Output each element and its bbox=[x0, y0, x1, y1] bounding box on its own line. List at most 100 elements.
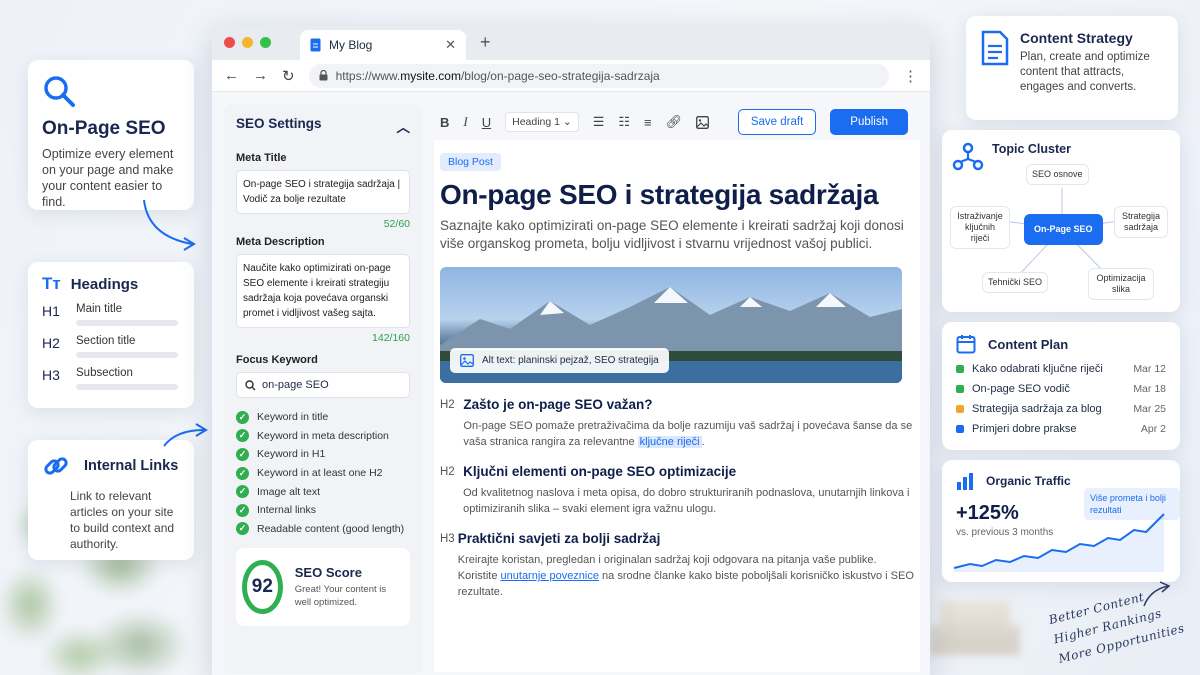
status-dot bbox=[956, 405, 964, 413]
tab-title: My Blog bbox=[329, 38, 373, 52]
save-draft-button[interactable]: Save draft bbox=[737, 109, 817, 135]
browser-window: My Blog ✕ + ← → ↻ https://www.mysite.com… bbox=[212, 26, 930, 675]
image-icon[interactable] bbox=[696, 115, 710, 129]
meta-title-count: 52/60 bbox=[383, 218, 410, 230]
meta-description-label: Meta Description bbox=[236, 236, 325, 248]
status-dot bbox=[956, 385, 964, 393]
check-item: ✓ Image alt text bbox=[236, 482, 410, 501]
headings-card: Tт Headings H1 Main title H2 Section title… bbox=[28, 262, 194, 408]
document-icon bbox=[310, 38, 321, 52]
menu-icon[interactable]: ⋮ bbox=[903, 67, 918, 85]
bullet-list-icon[interactable]: ☰ bbox=[593, 114, 605, 130]
check-item: ✓ Keyword in H1 bbox=[236, 445, 410, 464]
seo-score-desc: Great! Your content is well optimized. bbox=[294, 584, 387, 609]
cluster-node[interactable]: SEO osnove bbox=[1026, 164, 1089, 185]
close-tab-icon[interactable]: ✕ bbox=[445, 37, 456, 53]
content-section: H3 Praktični savjeti za bolji sadržaj Kr… bbox=[440, 531, 914, 600]
chevron-up-icon[interactable]: ︿ bbox=[397, 116, 411, 136]
search-icon bbox=[245, 379, 256, 391]
maximize-window-button[interactable] bbox=[260, 37, 271, 48]
publish-button[interactable]: Publish bbox=[830, 109, 908, 135]
search-icon bbox=[42, 74, 180, 108]
meta-title-field[interactable]: On-page SEO i strategija sadržaja | Vodi… bbox=[236, 170, 410, 214]
tab-my-blog[interactable]: My Blog ✕ bbox=[300, 30, 466, 60]
internal-links-card: Internal Links Link to relevant articles… bbox=[28, 440, 194, 560]
plan-item[interactable]: Primjeri dobre prakse Apr 2 bbox=[956, 422, 1166, 436]
focus-keyword-label: Focus Keyword bbox=[236, 354, 318, 366]
alt-text-chip[interactable]: Alt text: planinski pejzaž, SEO strategi… bbox=[450, 348, 669, 373]
check-icon: ✓ bbox=[236, 503, 249, 517]
document-body[interactable]: Blog Post On-page SEO i strategija sadrž… bbox=[434, 140, 920, 672]
plan-item[interactable]: Kako odabrati ključne riječi Mar 12 bbox=[956, 362, 1166, 376]
check-item: ✓ Keyword in title bbox=[236, 408, 410, 427]
document-icon bbox=[980, 30, 1010, 106]
url-field[interactable]: https://www.mysite.com/blog/on-page-seo-… bbox=[308, 63, 889, 88]
content-plan-title: Content Plan bbox=[988, 336, 1069, 352]
heading-row-h1: H1 Main title bbox=[42, 303, 180, 326]
content-strategy-card: Content Strategy Plan, create and optimi… bbox=[966, 16, 1178, 120]
meta-description-count: 142/160 bbox=[372, 332, 410, 344]
text-size-icon: Tт bbox=[42, 274, 61, 293]
content-strategy-desc: Plan, create and optimize content that a… bbox=[1020, 51, 1150, 93]
content-strategy-title: Content Strategy bbox=[1020, 30, 1133, 46]
back-icon[interactable]: ← bbox=[224, 67, 239, 84]
check-icon: ✓ bbox=[236, 429, 249, 443]
traffic-trend-line bbox=[953, 513, 1165, 572]
cluster-node[interactable]: Tehnički SEO bbox=[982, 272, 1049, 293]
content-section: H2 Ključni elementi on-page SEO optimiza… bbox=[440, 464, 914, 517]
underline-icon[interactable]: U bbox=[482, 115, 491, 130]
align-icon[interactable]: ≡ bbox=[644, 115, 652, 130]
section-heading[interactable]: Praktični savjeti za bolji sadržaj bbox=[458, 531, 914, 546]
section-paragraph[interactable]: On-page SEO pomaže pretraživačima da bol… bbox=[463, 418, 914, 450]
tab-bar: My Blog ✕ + bbox=[212, 26, 930, 60]
new-tab-button[interactable]: + bbox=[480, 32, 491, 53]
organic-traffic-title: Organic Traffic bbox=[986, 474, 1071, 488]
onpage-seo-card: On-Page SEO Optimize every element on yo… bbox=[28, 60, 194, 210]
calendar-icon bbox=[956, 334, 976, 354]
section-heading[interactable]: Zašto je on-page SEO važan? bbox=[463, 397, 914, 412]
topic-cluster-card: Topic Cluster SEO osnove Istraživanje kl… bbox=[942, 130, 1180, 312]
numbered-list-icon[interactable]: ☷ bbox=[618, 114, 630, 130]
meta-description-field[interactable]: Naučite kako optimizirati on-page SEO el… bbox=[236, 254, 410, 328]
plan-item[interactable]: On-page SEO vodič Mar 18 bbox=[956, 382, 1166, 396]
reload-icon[interactable]: ↻ bbox=[282, 67, 295, 85]
focus-keyword-input[interactable]: on-page SEO bbox=[236, 372, 410, 398]
highlighted-keyword[interactable]: ključne riječi bbox=[637, 436, 702, 448]
minimize-window-button[interactable] bbox=[242, 37, 253, 48]
arrow-icon bbox=[143, 199, 196, 251]
address-bar: ← → ↻ https://www.mysite.com/blog/on-pag… bbox=[212, 60, 930, 92]
post-lead[interactable]: Saznajte kako optimizirati on-page SEO e… bbox=[440, 217, 914, 253]
internal-link[interactable]: unutarnje poveznice bbox=[501, 570, 599, 582]
seo-settings-panel: SEO Settings ︿ Meta Title On-page SEO i s… bbox=[224, 104, 422, 674]
section-level-tag: H3 bbox=[440, 533, 455, 545]
focus-keyword-value: on-page SEO bbox=[262, 379, 329, 391]
check-icon: ✓ bbox=[236, 447, 249, 461]
url-domain: mysite.com bbox=[400, 68, 461, 83]
alt-text-value: Alt text: planinski pejzaž, SEO strategi… bbox=[482, 355, 659, 366]
cluster-node[interactable]: Istraživanje ključnih riječi bbox=[950, 206, 1010, 249]
link-icon bbox=[42, 452, 70, 480]
cluster-center-node[interactable]: On-Page SEO bbox=[1024, 214, 1103, 245]
section-paragraph[interactable]: Kreirajte koristan, pregledan i original… bbox=[458, 552, 914, 600]
cluster-node[interactable]: Optimizacija slika bbox=[1088, 268, 1154, 300]
editor-toolbar: B I U Heading 1 ⌄ ☰ ☷ ≡ 🔗︎ Save draft Pu… bbox=[434, 104, 920, 140]
headings-title: Headings bbox=[70, 275, 139, 293]
plan-item[interactable]: Strategija sadržaja za blog Mar 25 bbox=[956, 402, 1166, 416]
post-title[interactable]: On-page SEO i strategija sadržaja bbox=[440, 179, 914, 211]
hero-image[interactable]: Alt text: planinski pejzaž, SEO strategi… bbox=[440, 267, 902, 383]
close-window-button[interactable] bbox=[224, 37, 235, 48]
arrow-icon bbox=[1143, 581, 1171, 607]
section-heading[interactable]: Ključni elementi on-page SEO optimizacij… bbox=[463, 464, 914, 479]
check-item: ✓ Readable content (good length) bbox=[236, 520, 410, 539]
heading-select[interactable]: Heading 1 ⌄ bbox=[505, 112, 579, 132]
section-paragraph[interactable]: Od kvalitetnog naslova i meta opisa, do … bbox=[463, 485, 914, 517]
cluster-node[interactable]: Strategija sadržaja bbox=[1114, 206, 1168, 238]
italic-icon[interactable]: I bbox=[463, 114, 467, 130]
forward-icon[interactable]: → bbox=[253, 67, 268, 84]
bold-icon[interactable]: B bbox=[440, 115, 449, 130]
link-icon[interactable]: 🔗︎ bbox=[666, 114, 683, 130]
editor: B I U Heading 1 ⌄ ☰ ☷ ≡ 🔗︎ Save draft Pu… bbox=[434, 104, 920, 675]
post-type-badge: Blog Post bbox=[440, 153, 501, 171]
status-dot bbox=[956, 425, 964, 433]
seo-checklist: ✓ Keyword in title ✓ Keyword in meta descr… bbox=[236, 408, 410, 538]
